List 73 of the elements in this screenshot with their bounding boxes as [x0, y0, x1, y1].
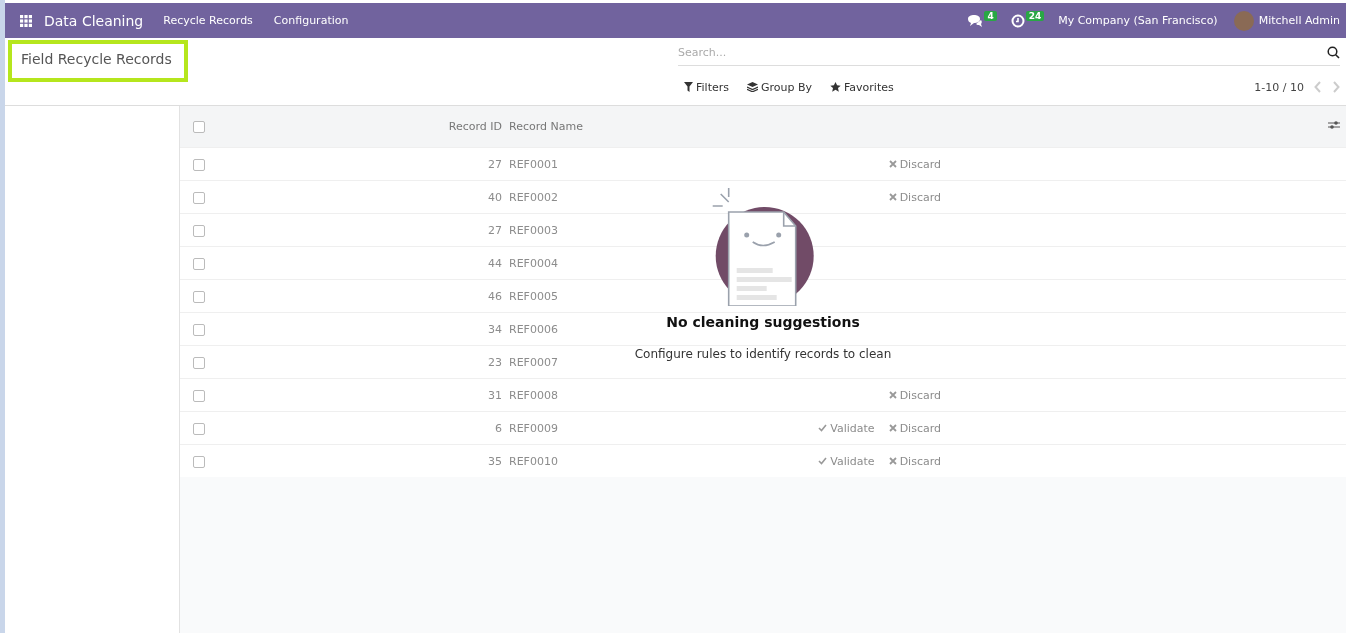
empty-state-title: No cleaning suggestions — [666, 314, 860, 330]
discard-button[interactable]: Discard — [888, 190, 941, 204]
discard-button[interactable]: Discard — [888, 157, 941, 171]
record-id-cell: 44 — [488, 256, 502, 270]
menu-item[interactable]: Recycle Records — [163, 14, 253, 27]
user-avatar[interactable] — [1233, 10, 1254, 31]
clock-icon[interactable] — [1010, 13, 1025, 28]
search-icon[interactable] — [1327, 45, 1340, 59]
record-id-cell: 46 — [488, 289, 502, 303]
row-checkbox[interactable] — [192, 455, 205, 468]
layers-icon — [747, 82, 758, 92]
search-option-button[interactable]: Group By — [741, 80, 813, 94]
validate-button[interactable]: Validate — [818, 454, 875, 468]
column-header[interactable]: Record Name — [509, 120, 583, 133]
close-icon — [888, 424, 897, 432]
search-field[interactable]: Search... — [678, 42, 1327, 62]
filter-icon — [684, 82, 693, 92]
row-checkbox[interactable] — [192, 389, 205, 402]
discard-button[interactable]: Discard — [888, 454, 941, 468]
check-icon — [818, 457, 828, 465]
search-option-button[interactable]: Filters — [678, 80, 729, 94]
record-name-cell: REF0003 — [509, 223, 558, 237]
record-id-cell: 6 — [495, 421, 502, 435]
record-id-cell: 27 — [488, 223, 502, 237]
app-grid-icon[interactable] — [20, 14, 32, 27]
row-checkbox[interactable] — [192, 323, 205, 336]
record-name-cell: REF0002 — [509, 190, 558, 204]
close-icon — [888, 160, 897, 168]
row-checkbox[interactable] — [192, 356, 205, 369]
app-name[interactable]: Data Cleaning — [44, 12, 144, 29]
page-title: Field Recycle Records — [8, 40, 188, 82]
record-name-cell: REF0009 — [509, 421, 558, 435]
row-checkbox[interactable] — [192, 290, 205, 303]
row-checkbox[interactable] — [192, 257, 205, 270]
row-checkbox[interactable] — [192, 422, 205, 435]
record-id-cell: 40 — [488, 190, 502, 204]
record-name-cell: REF0004 — [509, 256, 558, 270]
close-icon — [888, 457, 897, 465]
pager-value[interactable]: 1-10 / 10 — [1254, 80, 1304, 94]
previous-page-icon[interactable] — [1314, 81, 1322, 93]
check-icon — [818, 424, 828, 432]
activities-count-badge: 24 — [1025, 10, 1045, 21]
column-header[interactable]: Record ID — [448, 120, 502, 133]
validate-button[interactable]: Validate — [818, 421, 875, 435]
search-option-button[interactable]: Favorites — [824, 80, 894, 94]
record-id-cell: 34 — [488, 322, 502, 336]
empty-state-message: Configure rules to identify records to clean — [634, 347, 892, 361]
menu-item[interactable]: Configuration — [273, 14, 349, 27]
row-checkbox[interactable] — [192, 158, 205, 171]
record-name-cell: REF0005 — [509, 289, 558, 303]
row-checkbox[interactable] — [192, 224, 205, 237]
close-icon — [888, 391, 897, 399]
record-id-cell: 27 — [488, 157, 502, 171]
chat-icon[interactable] — [967, 13, 984, 28]
column-settings-icon[interactable] — [1328, 120, 1340, 130]
record-id-cell: 31 — [488, 388, 502, 402]
record-name-cell: REF0006 — [509, 322, 558, 336]
record-name-cell: REF0007 — [509, 355, 558, 369]
star-icon — [830, 82, 842, 92]
select-all-checkbox[interactable] — [192, 121, 205, 133]
close-icon — [888, 193, 897, 201]
next-page-icon[interactable] — [1332, 81, 1340, 93]
discard-button[interactable]: Discard — [888, 388, 941, 402]
row-checkbox[interactable] — [192, 191, 205, 204]
messages-count-badge: 4 — [984, 10, 997, 21]
user-menu[interactable]: Mitchell Admin — [1258, 14, 1340, 27]
record-name-cell: REF0010 — [509, 454, 558, 468]
record-id-cell: 23 — [488, 355, 502, 369]
company-switcher[interactable]: My Company (San Francisco) — [1058, 14, 1218, 27]
discard-button[interactable]: Discard — [888, 421, 941, 435]
record-name-cell: REF0008 — [509, 388, 558, 402]
record-id-cell: 35 — [488, 454, 502, 468]
record-name-cell: REF0001 — [509, 157, 558, 171]
